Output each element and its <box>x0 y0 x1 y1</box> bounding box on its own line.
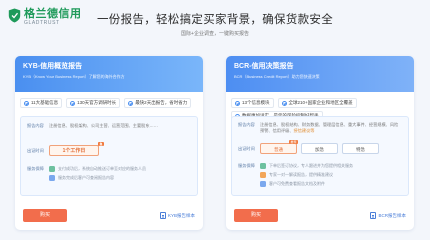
bcr-title: BCR-信用决策报告 <box>234 63 294 70</box>
bcr-footer: 购买 BCR报告样本 <box>234 209 406 222</box>
document-icon <box>159 212 166 219</box>
row-label: 出证时间 <box>27 147 44 153</box>
row-value: 注册信息、股权架构、公司主营、运营范围、主要股东…… <box>49 123 158 128</box>
row-label: 报告内容 <box>238 122 255 127</box>
bcr-time-row: 出证时间 普通 推荐 加急 特急 <box>238 140 402 154</box>
feature-item: 130天官方调研时长 <box>66 98 121 108</box>
option-urgent[interactable]: 特急 <box>342 143 379 154</box>
bcr-subtitle: BCR（Business Credit Report）助力您快速决策 <box>234 74 320 79</box>
kyb-time-row: 出证时间 1个工作日 急 <box>27 142 191 156</box>
kyb-content-row: 报告内容 注册信息、股权架构、公司主营、运营范围、主要股东…… <box>27 123 191 129</box>
kyb-subtitle: KYB（Know Your Business Report）了解您的海外合作方 <box>23 74 125 79</box>
service-icon <box>49 166 55 172</box>
service-item: 专家一对一解读报告，提供精准建议 <box>260 172 353 178</box>
bcr-card-header: BCR-信用决策报告 BCR（Business Credit Report）助力… <box>226 56 414 92</box>
feature-item: 最快2天出报告，省时省力 <box>124 98 192 108</box>
service-icon <box>260 163 266 169</box>
bcr-card: BCR-信用决策报告 BCR（Business Credit Report）助力… <box>226 56 414 230</box>
page-headline: 一份报告，轻松搞定买家背景，确保货款安全 <box>97 14 333 26</box>
service-icon <box>260 181 266 187</box>
kyb-service-row: 服务保障 支付成功后，系统自动推送订单至对应的服务人员 服务完成后客户可查阅报告… <box>27 166 191 184</box>
check-icon <box>70 100 76 106</box>
service-icon <box>49 175 55 181</box>
option-expedited[interactable]: 加急 <box>301 143 338 154</box>
kyb-detail-panel: 报告内容 注册信息、股权架构、公司主营、运营范围、主要股东…… 出证时间 1个工… <box>20 116 198 196</box>
bcr-sample-link[interactable]: BCR报告样本 <box>370 212 406 219</box>
page-subline: 国际+企业调查，一键购买报告 <box>181 31 249 37</box>
bcr-buy-button[interactable]: 购买 <box>234 209 278 222</box>
row-label: 报告内容 <box>27 123 44 128</box>
bcr-content-row: 报告内容 注册信息、股权结构、财务数据、管理层信息、重大事件、经营规模、风险预警… <box>238 122 402 134</box>
kyb-title: KYB-信用概览报告 <box>23 63 83 70</box>
document-icon <box>370 212 377 219</box>
row-label: 出证时间 <box>238 145 255 151</box>
kyb-features: 11大基础信息 130天官方调研时长 最快2天出报告，省时省力 <box>15 92 203 108</box>
feature-item: 13个信息模块 <box>231 98 274 108</box>
check-icon <box>281 100 287 106</box>
service-item: 下单后签订协议，专人跟进并为您提供相关服务 <box>260 163 353 169</box>
kyb-card-header: KYB-信用概览报告 KYB（Know Your Business Report… <box>15 56 203 92</box>
service-item: 服务完成后客户可查阅报告内容 <box>49 175 146 181</box>
feature-item: 11大基础信息 <box>20 98 63 108</box>
urgent-tag: 急 <box>97 142 104 146</box>
kyb-card: KYB-信用概览报告 KYB（Know Your Business Report… <box>15 56 203 230</box>
recommend-tag: 推荐 <box>288 140 298 144</box>
row-value: 注册信息、股权结构、财务数据、管理层信息、重大事件、经营规模、风险预警、信用评级… <box>260 122 399 133</box>
feature-item: 全球210+国家企业和地区全覆盖 <box>277 98 357 108</box>
kyb-buy-button[interactable]: 购买 <box>23 209 67 222</box>
row-label: 服务保障 <box>238 163 255 168</box>
service-item: 支付成功后，系统自动推送订单至对应的服务人员 <box>49 166 146 172</box>
option-normal[interactable]: 普通 推荐 <box>260 140 298 154</box>
delivery-time-option[interactable]: 1个工作日 急 <box>49 142 104 156</box>
service-icon <box>260 172 266 178</box>
kyb-footer: 购买 KYB报告样本 <box>23 209 195 222</box>
row-label: 服务保障 <box>27 166 44 171</box>
bcr-detail-panel: 报告内容 注册信息、股权结构、财务数据、管理层信息、重大事件、经营规模、风险预警… <box>231 116 409 196</box>
check-icon <box>24 100 29 106</box>
check-icon <box>235 100 240 106</box>
kyb-sample-link[interactable]: KYB报告样本 <box>159 212 195 219</box>
bcr-service-row: 服务保障 下单后签订协议，专人跟进并为您提供相关服务 专家一对一解读报告，提供精… <box>238 163 402 190</box>
delivery-options: 普通 推荐 加急 特急 <box>260 140 379 154</box>
check-icon <box>128 100 134 106</box>
service-item: 客户可免费查看报告文档及附件 <box>260 181 353 187</box>
